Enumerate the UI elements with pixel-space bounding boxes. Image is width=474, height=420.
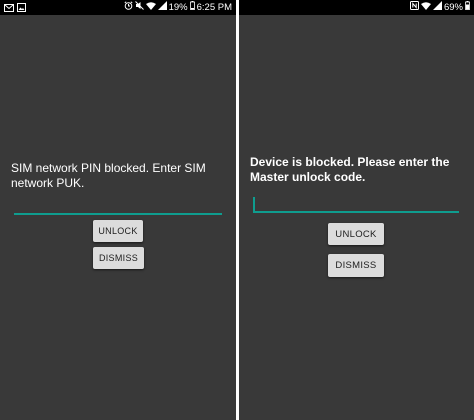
status-bar: 19% 6:25 PM — [0, 0, 236, 15]
status-notification-icons — [4, 0, 26, 15]
unlock-button[interactable]: UNLOCK — [93, 220, 143, 242]
image-icon — [17, 3, 26, 12]
battery-percentage: 69% — [443, 2, 463, 13]
wifi-icon — [145, 0, 156, 15]
dismiss-button[interactable]: DISMISS — [328, 254, 384, 277]
right-phone-screen: 69% Device is blocked. Please enter the … — [239, 0, 474, 420]
envelope-icon — [4, 3, 14, 12]
alarm-icon — [124, 0, 133, 15]
signal-icon — [157, 0, 167, 15]
mute-icon — [134, 0, 144, 15]
battery-icon — [189, 0, 195, 15]
clock-time: 6:25 PM — [196, 2, 232, 13]
master-unlock-code-input[interactable] — [253, 197, 459, 213]
nfc-icon — [409, 0, 419, 15]
status-bar: 69% — [239, 0, 474, 15]
unlock-button[interactable]: UNLOCK — [328, 223, 384, 245]
status-system-icons: 19% 6:25 PM — [124, 0, 232, 15]
sim-puk-prompt-message: SIM network PIN blocked. Enter SIM netwo… — [11, 161, 206, 190]
signal-icon — [432, 0, 442, 15]
master-unlock-prompt-message: Device is blocked. Please enter the Mast… — [250, 155, 450, 184]
dismiss-button[interactable]: DISMISS — [93, 247, 144, 269]
wifi-icon — [420, 0, 431, 15]
status-system-icons: 69% — [409, 0, 470, 15]
text-cursor — [253, 197, 255, 211]
left-phone-screen: 19% 6:25 PM SIM network PIN blocked. Ent… — [0, 0, 236, 420]
battery-icon — [465, 0, 470, 15]
battery-percentage: 19% — [168, 2, 188, 13]
puk-code-input[interactable] — [14, 199, 222, 215]
